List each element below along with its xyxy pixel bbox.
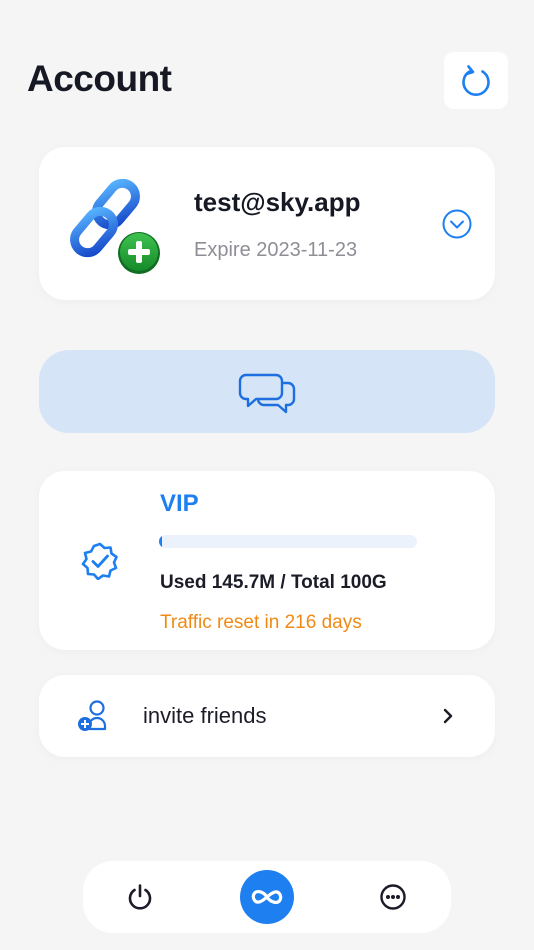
tab-infinity[interactable] <box>238 861 296 933</box>
bottom-tab-bar <box>83 861 451 933</box>
page-title: Account <box>27 58 172 99</box>
chevron-down-circle-icon[interactable] <box>441 208 473 240</box>
traffic-progress-fill <box>159 535 162 548</box>
power-icon <box>128 884 152 910</box>
plan-name: VIP <box>160 490 199 517</box>
refresh-icon <box>462 64 490 96</box>
add-user-icon <box>78 700 107 731</box>
traffic-progress-bar <box>159 535 417 548</box>
chat-bubbles-icon <box>238 373 296 413</box>
invite-friends-row[interactable]: invite friends <box>39 675 495 757</box>
invite-friends-label: invite friends <box>143 703 267 728</box>
plan-card: VIP Used 145.7M / Total 100G Traffic res… <box>39 471 495 650</box>
refresh-button[interactable] <box>444 52 508 109</box>
tab-infinity-active-circle <box>240 870 294 924</box>
more-dots-icon <box>380 884 406 910</box>
account-expire-date: Expire 2023-11-23 <box>194 239 358 261</box>
tab-more[interactable] <box>365 861 421 933</box>
chain-link-add-icon <box>70 179 160 274</box>
support-chat-button[interactable] <box>39 350 495 433</box>
verified-badge-icon <box>81 542 118 580</box>
traffic-usage-text: Used 145.7M / Total 100G <box>160 572 387 593</box>
chevron-right-icon <box>443 708 453 724</box>
tab-power[interactable] <box>113 861 167 933</box>
account-email: test@sky.app <box>194 187 361 217</box>
infinity-icon <box>251 890 283 904</box>
traffic-reset-text: Traffic reset in 216 days <box>160 612 362 633</box>
account-card[interactable]: test@sky.app Expire 2023-11-23 <box>39 147 495 300</box>
